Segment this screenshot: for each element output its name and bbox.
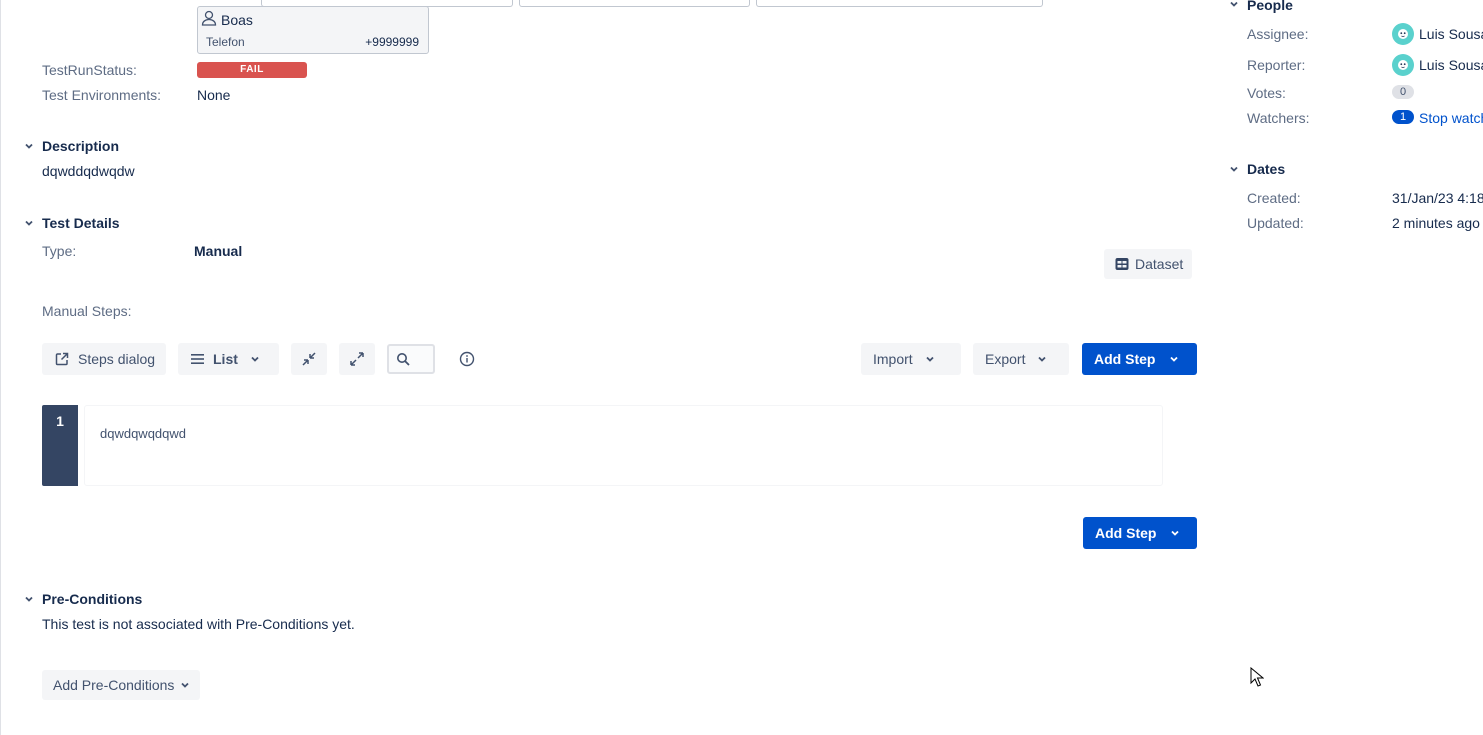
- created-label: Created:: [1247, 190, 1301, 206]
- test-environments-value[interactable]: None: [197, 87, 230, 103]
- assignee-name[interactable]: Luis Sousa: [1419, 26, 1483, 42]
- export-dropdown[interactable]: Export: [973, 343, 1069, 375]
- contact-card[interactable]: Boas Telefon +9999999: [197, 6, 429, 54]
- preconditions-toggle-chevron-icon[interactable]: [22, 592, 36, 606]
- search-icon: [396, 352, 410, 369]
- chevron-down-icon: [925, 354, 935, 364]
- reporter-avatar: [1392, 54, 1414, 76]
- expand-icon: [349, 351, 365, 367]
- description-toggle-chevron-icon[interactable]: [22, 139, 36, 153]
- phone-label: Telefon: [206, 35, 245, 49]
- preconditions-empty-text: This test is not associated with Pre-Con…: [42, 616, 355, 632]
- contact-name: Boas: [221, 12, 253, 28]
- dataset-button[interactable]: Dataset: [1104, 249, 1192, 279]
- status-badge[interactable]: FAIL: [197, 62, 307, 78]
- add-step-label: Add Step: [1094, 351, 1156, 367]
- stop-watching-link[interactable]: Stop watching: [1419, 110, 1483, 126]
- updated-value: 2 minutes ago: [1392, 215, 1480, 231]
- expand-all-button[interactable]: [339, 343, 375, 375]
- external-link-icon: [55, 352, 69, 366]
- user-icon: [201, 10, 217, 29]
- test-environments-label: Test Environments:: [42, 87, 162, 103]
- people-toggle-chevron-icon[interactable]: [1227, 0, 1241, 11]
- type-label: Type:: [42, 243, 77, 259]
- phone-value: +9999999: [365, 35, 419, 49]
- collapse-icon: [301, 351, 317, 367]
- step-number: 1: [42, 405, 78, 486]
- dataset-button-label: Dataset: [1135, 256, 1184, 272]
- test-details-toggle-chevron-icon[interactable]: [22, 216, 36, 230]
- chevron-down-icon: [1169, 354, 1179, 364]
- list-icon: [191, 353, 204, 365]
- left-border: [0, 0, 1, 735]
- people-title[interactable]: People: [1247, 0, 1293, 13]
- export-label: Export: [985, 351, 1026, 367]
- dates-toggle-chevron-icon[interactable]: [1227, 162, 1241, 176]
- table-icon: [1115, 257, 1129, 271]
- votes-label: Votes:: [1247, 85, 1286, 101]
- watchers-label: Watchers:: [1247, 110, 1310, 126]
- dates-title[interactable]: Dates: [1247, 161, 1285, 177]
- add-step-button-top[interactable]: Add Step: [1082, 343, 1197, 375]
- chevron-down-icon: [1037, 354, 1047, 364]
- import-dropdown[interactable]: Import: [861, 343, 961, 375]
- steps-dialog-label: Steps dialog: [78, 351, 156, 367]
- reporter-label: Reporter:: [1247, 57, 1306, 73]
- manual-steps-label: Manual Steps:: [42, 303, 132, 319]
- add-step-button-bottom[interactable]: Add Step: [1083, 517, 1197, 549]
- test-run-status-label: TestRunStatus:: [42, 62, 137, 78]
- collapse-all-button[interactable]: [291, 343, 327, 375]
- assignee-avatar: [1392, 23, 1414, 45]
- add-step-label: Add Step: [1095, 525, 1157, 541]
- steps-search-input[interactable]: [387, 344, 435, 374]
- chevron-down-icon: [1170, 528, 1180, 538]
- field-stub-2: [519, 0, 750, 7]
- add-preconditions-label: Add Pre-Conditions: [53, 677, 175, 693]
- preconditions-title[interactable]: Pre-Conditions: [42, 591, 142, 607]
- step-row[interactable]: dqwdqwqdqwd: [84, 405, 1163, 486]
- issue-page: Boas Telefon +9999999 TestRunStatus: FAI…: [0, 0, 1483, 735]
- view-mode-list-dropdown[interactable]: List: [178, 343, 279, 375]
- created-value: 31/Jan/23 4:18 PM: [1392, 190, 1483, 206]
- description-title[interactable]: Description: [42, 138, 119, 154]
- mouse-cursor-icon: [1250, 666, 1265, 690]
- updated-label: Updated:: [1247, 215, 1304, 231]
- add-preconditions-dropdown[interactable]: Add Pre-Conditions: [42, 670, 200, 700]
- watchers-count-badge: 1: [1392, 110, 1414, 124]
- chevron-down-icon: [180, 680, 190, 690]
- step-action-text[interactable]: dqwdqwqdqwd: [100, 426, 186, 441]
- info-icon[interactable]: [459, 351, 475, 370]
- test-details-title[interactable]: Test Details: [42, 215, 120, 231]
- type-value: Manual: [194, 243, 243, 259]
- votes-count-badge[interactable]: 0: [1392, 85, 1414, 99]
- description-text[interactable]: dqwddqdwqdw: [42, 163, 135, 179]
- steps-dialog-button[interactable]: Steps dialog: [42, 343, 166, 375]
- import-label: Import: [873, 351, 913, 367]
- list-label: List: [213, 351, 238, 367]
- field-stub-3: [756, 0, 1043, 7]
- assignee-label: Assignee:: [1247, 26, 1309, 42]
- reporter-name[interactable]: Luis Sousa: [1419, 57, 1483, 73]
- chevron-down-icon: [250, 354, 260, 364]
